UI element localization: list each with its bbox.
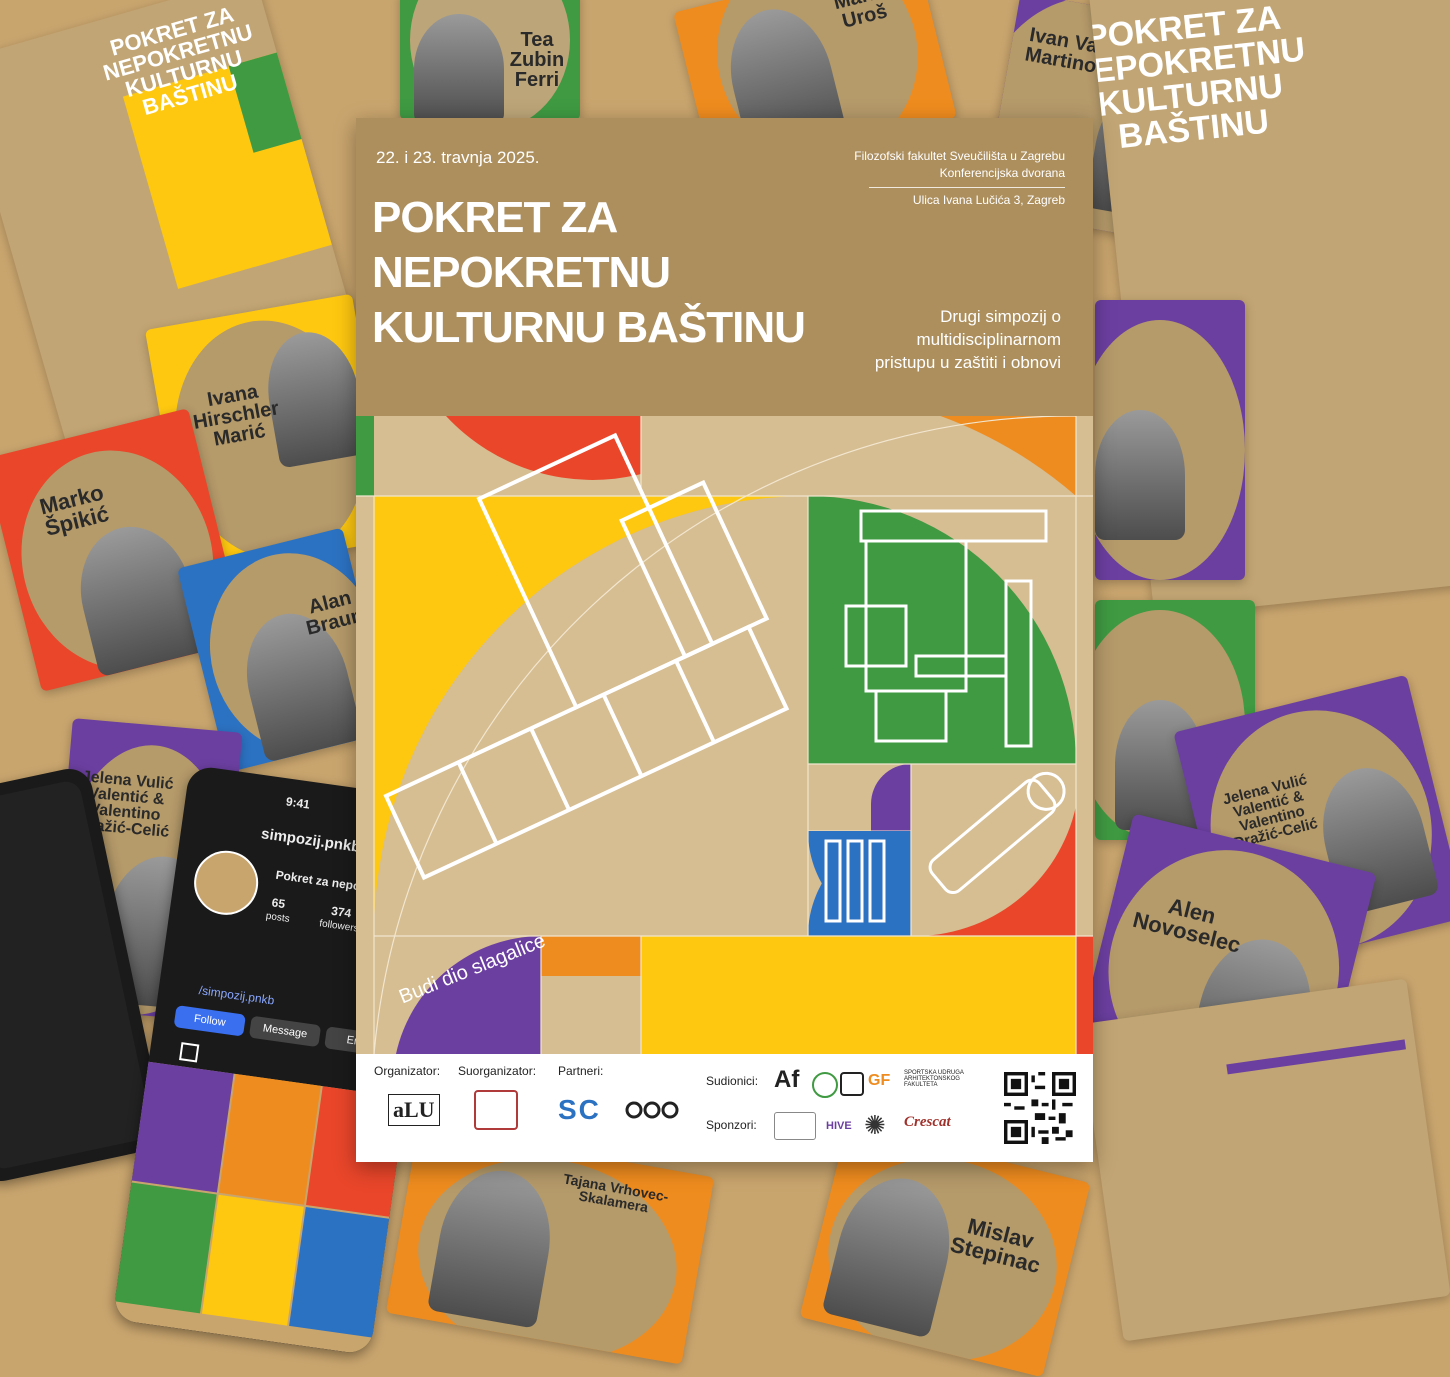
bio-link[interactable]: /simpozij.pnkb	[198, 983, 275, 1007]
suaf-logo: SPORTSKA UDRUGA ARHITEKTONSKOG FAKULTETA	[904, 1070, 964, 1088]
label-organizator: Organizator:	[374, 1064, 441, 1078]
title-line-2: NEPOKRETNU	[372, 248, 671, 297]
grid-icon[interactable]	[179, 1042, 200, 1063]
divider	[869, 186, 1065, 188]
followers-label: followers	[318, 918, 360, 935]
venue-line-1: Filozofski fakultet Sveučilišta u Zagreb…	[854, 149, 1065, 163]
title-line-3: KULTURNU BAŠTINU	[372, 303, 806, 352]
message-button[interactable]: Message	[248, 1015, 322, 1048]
partner-logo-rings	[624, 1098, 680, 1122]
sc-logo: SC	[558, 1094, 601, 1125]
star-logo: ✺	[864, 1110, 886, 1140]
af-logo: Af	[774, 1066, 800, 1093]
subtitle-line-2: multidisciplinarnom	[916, 329, 1061, 349]
venue-info: Filozofski fakultet Sveučilišta u Zagreb…	[854, 148, 1065, 209]
event-date: 22. i 23. travnja 2025.	[376, 148, 540, 167]
bg-card-right-mid	[1095, 300, 1245, 580]
hrd-logo	[474, 1090, 518, 1130]
poster-footer: Organizator: aLU Suorganizator: Partneri…	[356, 1054, 1093, 1162]
bg-card-program-bottom	[1079, 978, 1450, 1342]
crescat-logo: Crescat	[904, 1114, 951, 1130]
followers-count: 374	[330, 903, 353, 921]
subtitle-line-1: Drugi simpozij o	[940, 307, 1061, 326]
venue-line-2: Konferencijska dvorana	[939, 166, 1065, 181]
follow-button[interactable]: Follow	[173, 1005, 246, 1037]
bg-card-title: Tea Zubin Ferri	[509, 29, 565, 91]
title-line-1: POKRET ZA	[372, 193, 618, 242]
subtitle-line-3: pristupu u zaštiti i obnovi	[874, 352, 1061, 372]
label-sponzori: Sponzori:	[706, 1118, 757, 1132]
posts-count: 65	[270, 895, 287, 912]
avatar	[189, 846, 263, 919]
qr-code[interactable]	[1004, 1072, 1076, 1144]
main-poster: 22. i 23. travnja 2025. POKRET ZA NEPOKR…	[356, 118, 1093, 1162]
alu-logo: aLU	[388, 1094, 440, 1126]
venue-line-3: Ulica Ivana Lučića 3, Zagreb	[912, 192, 1065, 207]
phone-time: 9:41	[285, 794, 311, 812]
label-sudionici: Sudionici:	[706, 1074, 759, 1088]
poster-subtitle: Drugi simpozij o multidisciplinarnom pri…	[875, 306, 1061, 375]
sudionici-square-logo	[840, 1072, 864, 1096]
gf-logo: GF	[868, 1072, 891, 1089]
poster-title: POKRET ZA NEPOKRETNU KULTURNU BAŠTINU	[372, 190, 806, 355]
poster-header: 22. i 23. travnja 2025. POKRET ZA NEPOKR…	[356, 118, 1093, 416]
bg-card-title: POKRET ZA NEPOKRETNU KULTURNU BAŠTINU	[1087, 0, 1307, 157]
phone-handle: simpozij.pnkb	[260, 825, 362, 857]
sponsor-logo-society	[774, 1112, 816, 1140]
bg-card-tea: Tea Zubin Ferri	[400, 0, 580, 120]
label-suorganizator: Suorganizator:	[458, 1064, 537, 1078]
sudionici-circle-logo	[812, 1072, 838, 1098]
posts-label: posts	[265, 910, 291, 925]
label-partneri: Partneri:	[558, 1064, 604, 1078]
hive-logo: HIVE	[826, 1120, 852, 1132]
